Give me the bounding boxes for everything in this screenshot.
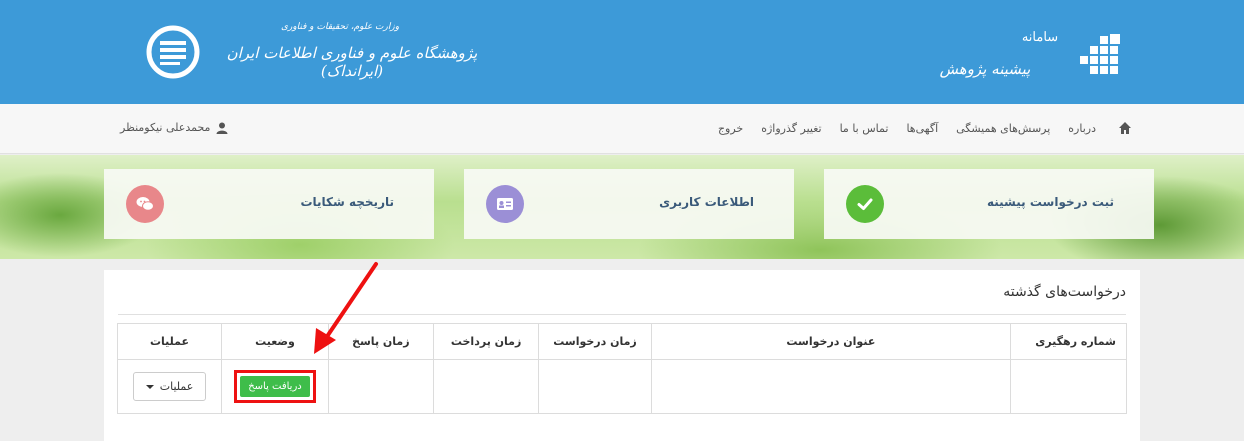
past-requests-panel: درخواست‌های گذشته شماره رهگیری عنوان درخ… (104, 270, 1140, 441)
cell-response-time (327, 359, 434, 414)
card-new-request[interactable]: ثبت درخواست پیشینه (824, 169, 1154, 239)
main-menu: درباره پرسش‌های همیشگی آگهی‌ها تماس با م… (718, 121, 1132, 135)
nav-contact[interactable]: تماس با ما (840, 122, 889, 135)
check-icon (846, 185, 884, 223)
system-label: سامانه (1021, 30, 1059, 45)
pishineh-logo[interactable] (1078, 34, 1126, 78)
caret-down-icon (145, 384, 154, 389)
requests-table: شماره رهگیری عنوان درخواست زمان درخواست … (116, 323, 1127, 414)
col-tracking-number: شماره رهگیری (1010, 323, 1127, 360)
card-complaints-history-title: تاریخچه شکایات (300, 195, 394, 209)
top-navbar: درباره پرسش‌های همیشگی آگهی‌ها تماس با م… (0, 104, 1244, 154)
site-header: وزارت علوم، تحقیقات و فناوری پژوهشگاه عل… (0, 0, 1244, 104)
home-icon[interactable] (1118, 121, 1132, 135)
card-user-info[interactable]: اطلاعات کاربری (464, 169, 794, 239)
irandoc-logo[interactable] (145, 24, 201, 80)
card-new-request-title: ثبت درخواست پیشینه (986, 195, 1114, 209)
col-payment-time: زمان پرداخت (432, 323, 540, 360)
user-menu[interactable]: محمدعلی نیکومنظر (120, 121, 228, 134)
card-user-info-title: اطلاعات کاربری (659, 195, 754, 209)
col-response-time: زمان پاسخ (327, 323, 434, 360)
panel-divider (118, 314, 1126, 315)
col-operations: عملیات (116, 323, 223, 360)
col-request-time: زمان درخواست (538, 323, 652, 360)
receive-response-button[interactable]: دریافت پاسخ (240, 376, 310, 397)
cell-status: دریافت پاسخ (221, 359, 329, 414)
hero-banner: ثبت درخواست پیشینه اطلاعات کاربری تاریخچ… (0, 155, 1244, 259)
col-status: وضعیت (221, 323, 329, 360)
chat-bubbles-icon (126, 185, 164, 223)
nav-announcements[interactable]: آگهی‌ها (906, 122, 938, 135)
panel-title: درخواست‌های گذشته (1003, 284, 1126, 300)
card-complaints-history[interactable]: تاریخچه شکایات (104, 169, 434, 239)
nav-logout[interactable]: خروج (718, 122, 743, 135)
table-header-row: شماره رهگیری عنوان درخواست زمان درخواست … (116, 323, 1127, 360)
operations-label: عملیات (159, 380, 194, 393)
user-icon (216, 122, 228, 134)
system-name: پیشینه پژوهش (939, 60, 1031, 78)
cell-request-time (538, 359, 652, 414)
nav-change-password[interactable]: تغییر گذرواژه (761, 122, 821, 135)
operations-dropdown[interactable]: عملیات (132, 372, 207, 401)
table-row: دریافت پاسخ عملیات (116, 359, 1127, 414)
cell-payment-time (432, 359, 540, 414)
user-name: محمدعلی نیکومنظر (120, 121, 211, 134)
col-request-title: عنوان درخواست (650, 323, 1012, 360)
nav-about[interactable]: درباره (1068, 122, 1096, 135)
cell-operations: عملیات (116, 359, 223, 414)
id-card-icon (486, 185, 524, 223)
cell-request-title (650, 359, 1012, 414)
nav-faq[interactable]: پرسش‌های همیشگی (956, 122, 1050, 135)
organization-name: پژوهشگاه علوم و فناوری اطلاعات ایران (ای… (226, 44, 478, 80)
ministry-name: وزارت علوم، تحقیقات و فناوری (280, 22, 400, 32)
status-highlight: دریافت پاسخ (234, 370, 316, 403)
cell-tracking-number (1010, 359, 1127, 414)
